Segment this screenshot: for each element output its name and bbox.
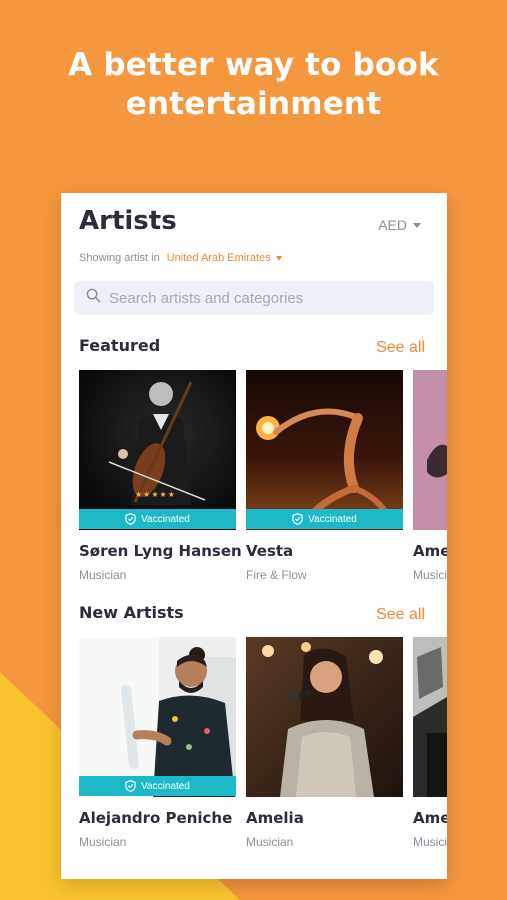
rating-stars: ★★★★★ bbox=[135, 490, 176, 499]
badge-label: Vaccinated bbox=[141, 780, 190, 792]
artist-photo bbox=[79, 370, 236, 530]
artist-card[interactable]: Amelia Musician bbox=[246, 637, 403, 855]
badge-label: Vaccinated bbox=[141, 513, 190, 525]
headline-line-1: A better way to book bbox=[68, 47, 439, 83]
headline-line-2: entertainment bbox=[125, 86, 382, 122]
location-row: Showing artist in United Arab Emirates bbox=[79, 252, 282, 264]
artist-name: Amelia bbox=[246, 809, 304, 827]
shield-check-icon bbox=[125, 513, 136, 525]
badge-label: Vaccinated bbox=[308, 513, 357, 525]
artist-name: Ame bbox=[413, 809, 447, 827]
artist-category: Musici bbox=[413, 835, 447, 849]
section-title-featured: Featured bbox=[79, 336, 161, 355]
artist-photo bbox=[413, 637, 447, 797]
location-prefix: Showing artist in bbox=[79, 252, 160, 264]
artist-category: Fire & Flow bbox=[246, 568, 307, 582]
artist-category: Musician bbox=[246, 835, 294, 849]
artist-photo bbox=[246, 370, 403, 530]
artist-photo bbox=[413, 370, 447, 530]
artist-name: Søren Lyng Hansen bbox=[79, 542, 242, 560]
vaccinated-badge: Vaccinated bbox=[79, 509, 236, 529]
currency-label: AED bbox=[378, 217, 407, 233]
artist-card[interactable]: ★★★★★ Vaccinated Søren Lyng Hansen Music… bbox=[79, 370, 242, 588]
artist-category: Musici bbox=[413, 568, 447, 582]
artist-name: Ame bbox=[413, 542, 447, 560]
search-input[interactable] bbox=[109, 289, 409, 307]
section-title-new-artists: New Artists bbox=[79, 603, 184, 622]
currency-selector[interactable]: AED bbox=[378, 217, 421, 233]
artist-category: Musician bbox=[79, 835, 127, 849]
artist-photo bbox=[79, 637, 236, 797]
country-selector[interactable]: United Arab Emirates bbox=[167, 252, 282, 264]
artist-name: Vesta bbox=[246, 542, 294, 560]
vaccinated-badge: Vaccinated bbox=[246, 509, 403, 529]
country-label: United Arab Emirates bbox=[166, 252, 271, 264]
search-bar[interactable] bbox=[74, 281, 434, 315]
featured-see-all-link[interactable]: See all bbox=[376, 339, 425, 357]
artist-card[interactable]: Ame Musici bbox=[413, 370, 447, 588]
artist-card[interactable]: Vaccinated Alejandro Peniche Musician bbox=[79, 637, 236, 855]
new-artists-see-all-link[interactable]: See all bbox=[376, 606, 425, 624]
chevron-down-icon bbox=[413, 222, 421, 228]
artist-card[interactable]: Ame Musici bbox=[413, 637, 447, 855]
chevron-down-icon bbox=[275, 256, 282, 261]
vaccinated-badge: Vaccinated bbox=[79, 776, 236, 796]
shield-check-icon bbox=[292, 513, 303, 525]
artist-name: Alejandro Peniche bbox=[79, 809, 233, 827]
app-screen: Artists AED Showing artist in United Ara… bbox=[61, 193, 447, 879]
artist-category: Musician bbox=[79, 568, 127, 582]
shield-check-icon bbox=[125, 780, 136, 792]
headline: A better way to book entertainment bbox=[0, 46, 507, 124]
page-title: Artists bbox=[79, 206, 177, 236]
artist-photo bbox=[246, 637, 403, 797]
search-icon bbox=[86, 288, 101, 308]
artist-card[interactable]: Vaccinated Vesta Fire & Flow bbox=[246, 370, 403, 588]
